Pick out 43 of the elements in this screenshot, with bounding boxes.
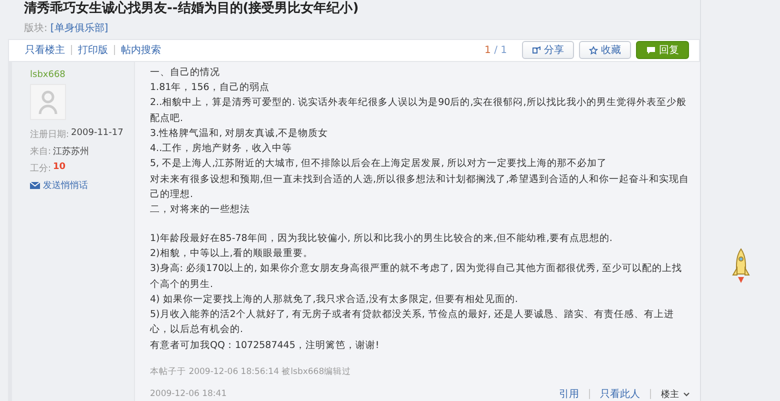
field-label: 来自: <box>30 146 52 158</box>
post-text: 对未来有很多设想和预期,但一直未找到合适的人选,所以很多想法和计划都搁浅了,希望遇到合适的人和你一起奋斗和实现自己的理想. <box>150 172 690 202</box>
post-text: 二，对将来的一些想法 <box>150 203 251 218</box>
share-icon <box>532 46 541 54</box>
post-text: 3.性格脾气温和, 对朋友真诚,不是物质女 <box>150 126 330 141</box>
edit-note: 本帖子于 2009-12-06 18:56:14 被lsbx668编辑过 <box>150 366 352 378</box>
post-text: 1)年龄段最好在85-78年间，因为我比较偏小, 所以和比我小的男生比较合的来,但不能幼稚,要有点思想的. <box>150 232 614 246</box>
share-button[interactable]: 分享 <box>522 41 574 60</box>
toolbar-link[interactable]: 只看楼主 <box>25 43 65 58</box>
post-text: 2..相貌中上，算是清秀可爱型的. 说实话外表年纪很多人误以为是90后的,实在很郁闷,所以找比我小的男生觉得外表至少般配点吧. <box>150 96 688 126</box>
author-name[interactable]: lsbx668 <box>30 70 134 80</box>
post-time: 2009-12-06 18:41 <box>150 389 228 399</box>
favorite-button[interactable]: 收藏 <box>579 41 631 60</box>
toolbar-link[interactable]: 打印版 <box>78 43 108 58</box>
post-action-link[interactable]: 只看此人 <box>600 387 640 401</box>
thread-title: 清秀乖巧女生诚心找男友--结婚为目的(接受男比女年纪小) <box>24 0 360 18</box>
board-label: 版块: <box>24 22 48 35</box>
post-text: 1.81年，156，自己的弱点 <box>150 80 270 95</box>
post-text: 4) 如果你一定要找上海的人那就免了,我只求合适,没有太多限定, 但要有相处见面的. <box>150 292 519 307</box>
post-text: 5)月收入能养的活2个人就好了, 有无房子或者有贷款都没关系, 节俭点的最好, 还是人要诚恳、踏实、有责任感、有上进心，以后总有机会的. <box>150 308 675 338</box>
speech-bubble-icon <box>646 46 656 55</box>
field-value: 江苏苏州 <box>53 146 90 158</box>
avatar-silhouette-icon <box>38 88 58 115</box>
toolbar-link[interactable]: 帖内搜索 <box>121 43 161 58</box>
page-indicator: 1 / 1 <box>484 44 507 56</box>
field-value: 2009-11-17 <box>71 128 124 140</box>
post-text: 4..工作，房地产财务，收入中等 <box>150 142 294 156</box>
post-action-link[interactable]: 引用 <box>559 387 579 401</box>
board-link[interactable]: [单身俱乐部] <box>50 21 108 35</box>
star-icon <box>589 46 598 55</box>
message-link[interactable]: 发送悄悄话 <box>30 178 134 192</box>
field-value: 10 <box>53 162 66 174</box>
chevron-down-icon <box>683 392 690 396</box>
field-label: 注册日期: <box>30 128 70 141</box>
post-text: 5, 不是上海人,江苏附近的大城市, 但不排除以后会在上海定居发展, 所以对方一定要找上海的那不必加了 <box>150 157 608 172</box>
post-text: 有意者可加我QQ：1072587445，注明篱笆，谢谢! <box>150 338 380 353</box>
field-label: 工分: <box>30 162 52 175</box>
post-text: 3)身高: 必须170以上的, 如果你介意女朋友身高很严重的就不考虑了, 因为觉得自己其他方面都很优秀, 至少可以配的上找个高个的男生. <box>150 262 684 292</box>
post-text: 一、自己的情况 <box>150 66 221 80</box>
envelope-icon <box>30 182 40 189</box>
post-text: 2)相貌，中等以上,看的顺眼最重要。 <box>150 246 314 261</box>
reply-button[interactable]: 回复 <box>636 41 689 60</box>
floor-menu[interactable]: 楼主 <box>661 388 690 400</box>
